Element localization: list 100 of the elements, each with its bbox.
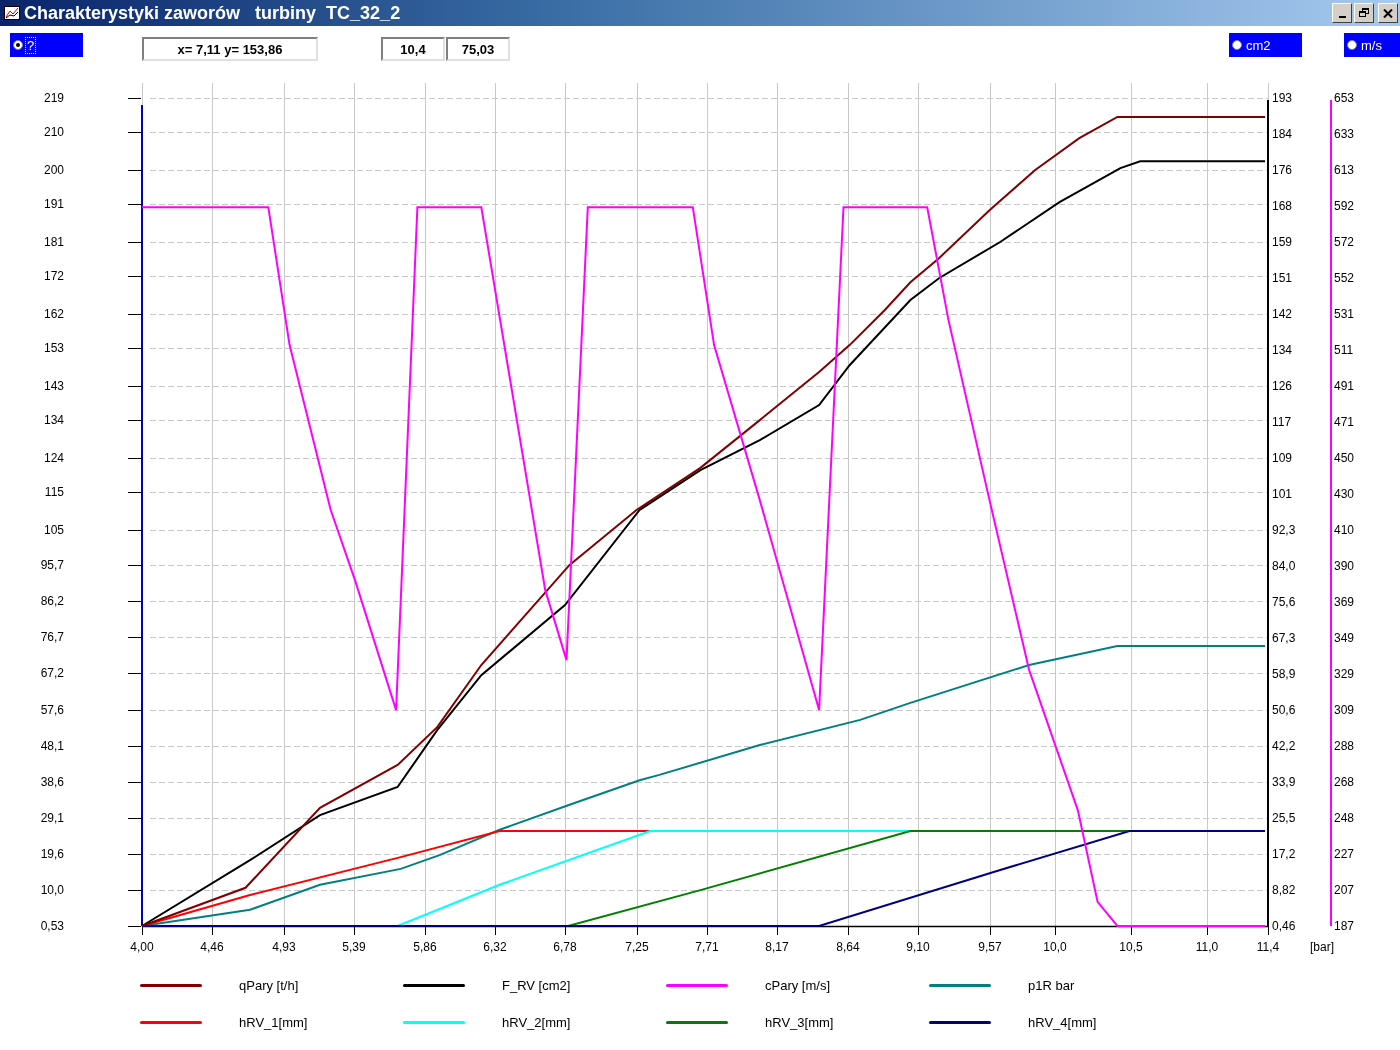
axis-tick-label: 168 bbox=[1272, 199, 1293, 213]
window-title: Charakterystyki zaworów turbiny TC_32_2 bbox=[24, 2, 401, 24]
axis-tick-label: 207 bbox=[1334, 883, 1355, 897]
axis-tick-label: 162 bbox=[43, 307, 64, 322]
axis-tick-label: 86,2 bbox=[40, 594, 64, 609]
axis-tick-label: 109 bbox=[1272, 451, 1293, 465]
axis-tick-label: 8,64 bbox=[836, 940, 860, 954]
axis-tick-label: 0,53 bbox=[40, 919, 64, 933]
axis-tick-label: 176 bbox=[1272, 163, 1293, 177]
radio-button[interactable]: ? bbox=[10, 33, 83, 57]
axis-tick-label: 4,00 bbox=[130, 940, 154, 954]
close-button[interactable] bbox=[1378, 3, 1398, 23]
axis-tick-label: 6,32 bbox=[483, 940, 507, 954]
axis-tick-label: 471 bbox=[1334, 415, 1355, 429]
legend-label: p1R bar bbox=[1028, 978, 1075, 993]
axis-tick-label: 134 bbox=[43, 413, 64, 428]
axis-tick-label: 117 bbox=[1272, 415, 1292, 429]
axis-tick-label: 10,0 bbox=[40, 883, 64, 898]
axis-tick-label: 390 bbox=[1334, 559, 1355, 573]
axis-tick-label: 210 bbox=[43, 125, 64, 140]
axis-tick-label: 58,9 bbox=[1272, 667, 1296, 681]
axis-tick-label: 126 bbox=[1272, 379, 1293, 393]
axis-tick-label: 142 bbox=[1272, 307, 1293, 321]
legend-swatch bbox=[403, 1021, 465, 1024]
axis-tick-label: 159 bbox=[1272, 235, 1293, 249]
axis-tick-label: 633 bbox=[1334, 127, 1355, 141]
axis-tick-label: 5,86 bbox=[413, 940, 437, 954]
radio-indicator[interactable] bbox=[13, 40, 23, 50]
axis-tick-label: 134 bbox=[1272, 343, 1293, 357]
radio-button[interactable]: m/s bbox=[1344, 33, 1400, 57]
axis-tick-label: 193 bbox=[1272, 91, 1293, 105]
axis-tick-label: 552 bbox=[1334, 271, 1355, 285]
legend-label: hRV_1[mm] bbox=[239, 1015, 308, 1030]
axis-tick-label: 42,2 bbox=[1272, 739, 1296, 753]
radio-button[interactable]: cm2 bbox=[1229, 33, 1302, 57]
axis-tick-label: 151 bbox=[1272, 271, 1293, 285]
legend-swatch bbox=[140, 1021, 202, 1024]
legend-swatch bbox=[140, 984, 202, 987]
legend-swatch bbox=[666, 984, 728, 987]
axis-tick-label: 76,7 bbox=[40, 630, 64, 645]
axis-tick-label: 92,3 bbox=[1272, 523, 1296, 537]
axis-tick-label: 11,0 bbox=[1195, 940, 1219, 954]
axis-tick-label: 410 bbox=[1334, 523, 1355, 537]
minimize-icon bbox=[1338, 16, 1346, 18]
axis-tick-label: 95,7 bbox=[40, 558, 64, 573]
axis-tick-label: 8,17 bbox=[765, 940, 789, 954]
close-icon bbox=[1383, 8, 1393, 18]
axis-tick-label: 309 bbox=[1334, 703, 1355, 717]
legend-label: hRV_2[mm] bbox=[502, 1015, 571, 1030]
axis-tick-label: 4,93 bbox=[272, 940, 296, 954]
axis-tick-label: 10,0 bbox=[1043, 940, 1067, 954]
value-field: 75,03 bbox=[446, 37, 510, 61]
axis-tick-label: 9,57 bbox=[978, 940, 1002, 954]
axis-tick-label: 329 bbox=[1334, 667, 1355, 681]
legend-swatch bbox=[929, 984, 991, 987]
axis-tick-label: 38,6 bbox=[40, 774, 64, 789]
axis-tick-label: 430 bbox=[1334, 487, 1355, 501]
restore-icon bbox=[1358, 8, 1370, 18]
radio-indicator[interactable] bbox=[1232, 40, 1242, 50]
axis-tick-label: 191 bbox=[43, 197, 64, 212]
axis-tick-label: 57,6 bbox=[40, 702, 64, 717]
axis-tick-label: 19,6 bbox=[40, 846, 64, 861]
axis-tick-label: 7,71 bbox=[695, 940, 719, 954]
axis-tick-label: 187 bbox=[1334, 919, 1355, 933]
axis-tick-label: 124 bbox=[43, 451, 64, 466]
axis-tick-label: 7,25 bbox=[625, 940, 649, 954]
axis-tick-label: 613 bbox=[1334, 163, 1355, 177]
legend-swatch bbox=[666, 1021, 728, 1024]
axis-tick-label: 184 bbox=[1272, 127, 1293, 141]
axis-tick-label: 572 bbox=[1334, 235, 1355, 249]
axis-tick-label: 653 bbox=[1334, 91, 1355, 105]
axis-tick-label: 17,2 bbox=[1272, 847, 1296, 861]
legend-label: F_RV [cm2] bbox=[502, 978, 571, 993]
radio-indicator[interactable] bbox=[1347, 40, 1357, 50]
axis-tick-label: 115 bbox=[44, 485, 64, 500]
axis-tick-label: 592 bbox=[1334, 199, 1355, 213]
axis-tick-label: 143 bbox=[43, 379, 64, 394]
axis-tick-label: 200 bbox=[43, 163, 64, 177]
axis-tick-label: 248 bbox=[1334, 811, 1355, 825]
legend-swatch bbox=[929, 1021, 991, 1024]
axis-tick-label: 153 bbox=[43, 341, 64, 356]
legend-label: cPary [m/s] bbox=[765, 978, 830, 993]
legend-label: hRV_4[mm] bbox=[1028, 1015, 1097, 1030]
axis-tick-label: 227 bbox=[1334, 847, 1355, 861]
axis-tick-label: 369 bbox=[1334, 595, 1355, 609]
axis-tick-label: 10,5 bbox=[1119, 940, 1143, 954]
axis-tick-label: 25,5 bbox=[1272, 811, 1296, 825]
axis-tick-label: 0,46 bbox=[1272, 919, 1296, 933]
axis-tick-label: 172 bbox=[43, 269, 64, 284]
legend-label: hRV_3[mm] bbox=[765, 1015, 834, 1030]
axis-tick-label: 531 bbox=[1334, 307, 1355, 321]
axis-tick-label: 84,0 bbox=[1272, 559, 1296, 573]
axis-tick-label: 349 bbox=[1334, 631, 1355, 645]
minimize-button[interactable] bbox=[1332, 3, 1352, 23]
axis-tick-label: 9,10 bbox=[906, 940, 930, 954]
axis-tick-label: 6,78 bbox=[553, 940, 577, 954]
axis-tick-label: 29,1 bbox=[40, 810, 64, 825]
axis-tick-label: 8,82 bbox=[1272, 883, 1296, 897]
axis-tick-label: 101 bbox=[1272, 487, 1293, 501]
restore-button[interactable] bbox=[1354, 3, 1374, 23]
